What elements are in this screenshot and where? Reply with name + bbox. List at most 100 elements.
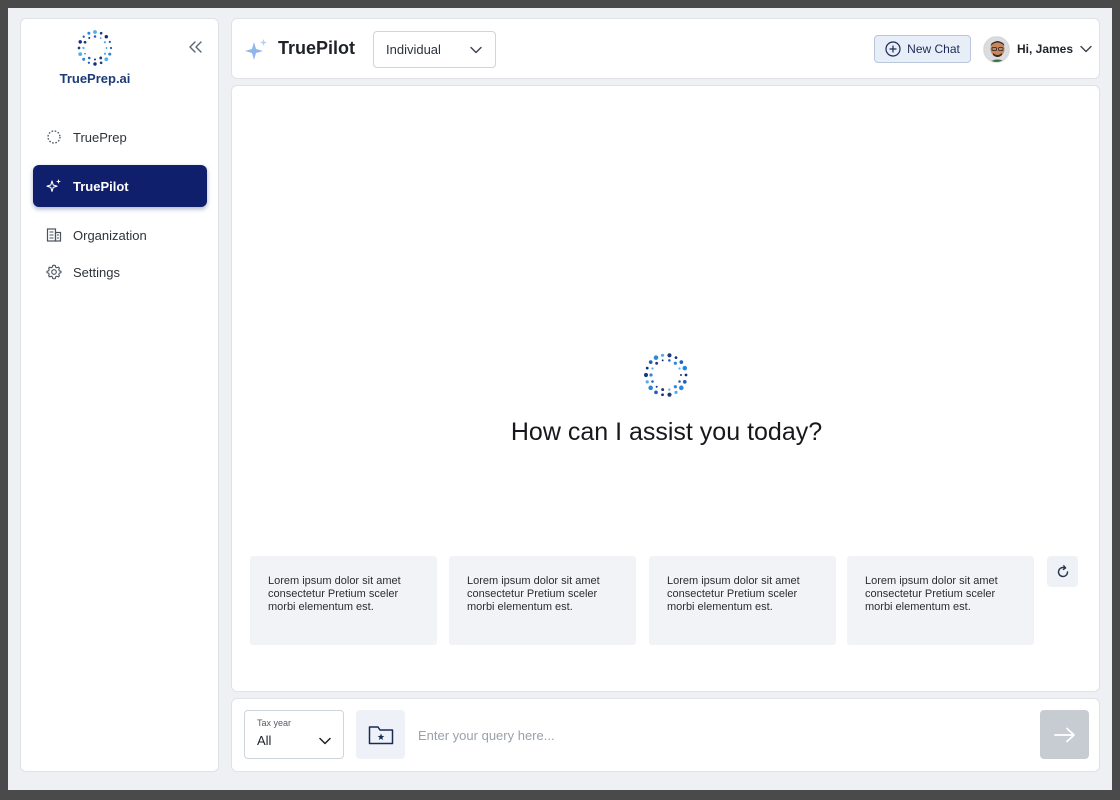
logo-dot bbox=[99, 61, 103, 65]
suggestion-card[interactable]: Lorem ipsum dolor sit amet consectetur P… bbox=[449, 556, 636, 645]
logo-dot bbox=[77, 46, 81, 50]
logo-dot bbox=[674, 356, 678, 360]
suggestion-card[interactable]: Lorem ipsum dolor sit amet consectetur P… bbox=[250, 556, 437, 645]
logo-dot bbox=[651, 367, 654, 370]
logo-dot bbox=[88, 37, 91, 40]
logo-dot bbox=[651, 380, 654, 383]
logo-dot bbox=[673, 385, 677, 389]
logo-dot bbox=[87, 31, 91, 35]
user-menu[interactable]: Hi, James bbox=[983, 34, 1092, 64]
logo-dot bbox=[645, 366, 649, 370]
logo-dot bbox=[680, 374, 682, 376]
welcome-heading: How can I assist you today? bbox=[510, 418, 823, 446]
saved-prompts-button[interactable] bbox=[356, 710, 405, 759]
brand-name: TruePrep.ai bbox=[59, 71, 131, 86]
logo-dot bbox=[93, 62, 97, 66]
logo-dot bbox=[679, 385, 684, 391]
logo-dot bbox=[104, 57, 109, 62]
logo-dot bbox=[645, 380, 649, 384]
dotted-circle-icon bbox=[46, 129, 62, 145]
suggestion-text: Lorem ipsum dolor sit amet consectetur P… bbox=[667, 575, 800, 613]
logo-dot bbox=[78, 40, 82, 44]
sidebar-item-organization[interactable]: Organization bbox=[33, 214, 207, 256]
chat-panel: How can I assist you today? Lorem ipsum … bbox=[231, 85, 1100, 692]
suggestion-card[interactable]: Lorem ipsum dolor sit amet consectetur P… bbox=[649, 556, 836, 645]
query-input[interactable] bbox=[418, 722, 1028, 748]
suggestion-text: Lorem ipsum dolor sit amet consectetur P… bbox=[268, 575, 401, 613]
logo-dot bbox=[109, 46, 113, 50]
assistant-logo-icon bbox=[643, 353, 688, 397]
user-greeting: Hi, James bbox=[1017, 42, 1074, 56]
logo-dot bbox=[682, 380, 687, 384]
logo-dot bbox=[99, 37, 102, 39]
logo-dot bbox=[648, 385, 653, 391]
logo-dot bbox=[108, 52, 112, 56]
suggestion-text: Lorem ipsum dolor sit amet consectetur P… bbox=[467, 575, 600, 613]
logo-dot bbox=[93, 35, 97, 38]
logo-dot bbox=[83, 40, 87, 44]
logo-dot bbox=[108, 40, 111, 44]
logo-dot bbox=[661, 359, 664, 362]
logo-dot bbox=[660, 353, 665, 357]
logo-dot bbox=[104, 34, 109, 39]
logo-dot bbox=[643, 372, 649, 378]
sidebar: TruePrep.ai TruePrep TruePilot Organizat… bbox=[20, 18, 219, 772]
folder-star-icon bbox=[368, 725, 393, 744]
logo-dot bbox=[667, 392, 672, 397]
refresh-icon bbox=[1057, 564, 1068, 577]
logo-dot bbox=[648, 360, 653, 364]
tax-year-label: Tax year bbox=[257, 718, 292, 728]
logo-dot bbox=[99, 56, 103, 60]
suggestion-card[interactable]: Lorem ipsum dolor sit amet consectetur P… bbox=[847, 556, 1034, 645]
logo-dot bbox=[661, 393, 664, 397]
logo-dot bbox=[87, 56, 91, 60]
logo-dot bbox=[678, 380, 681, 383]
sidebar-item-label: Settings bbox=[73, 264, 120, 280]
new-chat-button[interactable]: New Chat bbox=[874, 35, 971, 63]
chevrons-left-icon bbox=[189, 41, 202, 53]
logo-dot bbox=[87, 61, 91, 64]
sidebar-item-trueprep[interactable]: TruePrep bbox=[33, 116, 207, 158]
logo-dot bbox=[93, 30, 97, 34]
logo-dot bbox=[82, 46, 85, 50]
sidebar-item-settings[interactable]: Settings bbox=[33, 251, 207, 293]
composer: Tax year All bbox=[231, 698, 1100, 772]
chevron-down-icon bbox=[1080, 45, 1092, 53]
brand-logo[interactable]: TruePrep.ai bbox=[55, 29, 135, 86]
logo-dot bbox=[84, 52, 86, 55]
refresh-suggestions-button[interactable] bbox=[1047, 556, 1078, 587]
sidebar-item-truepilot[interactable]: TruePilot bbox=[33, 165, 207, 207]
send-button[interactable] bbox=[1040, 710, 1089, 759]
logo-dot bbox=[668, 388, 671, 391]
tax-year-select[interactable]: Tax year All bbox=[244, 710, 344, 759]
suggestion-text: Lorem ipsum dolor sit amet consectetur P… bbox=[865, 575, 998, 613]
logo-dot bbox=[674, 390, 678, 394]
tax-year-value: All bbox=[257, 733, 272, 748]
logo-dot bbox=[654, 390, 658, 395]
logo-mark-icon bbox=[77, 30, 113, 66]
top-header: TruePilot Individual New Chat Hi, James bbox=[231, 18, 1100, 79]
logo-dot bbox=[78, 52, 83, 57]
arrow-right-icon bbox=[1053, 727, 1075, 742]
sparkles-icon bbox=[46, 178, 62, 194]
sidebar-item-label: TruePilot bbox=[73, 178, 129, 194]
mode-select[interactable]: Individual bbox=[373, 31, 496, 68]
logo-dot bbox=[673, 361, 677, 365]
plus-circle-icon bbox=[885, 41, 901, 57]
logo-dot bbox=[103, 41, 107, 44]
logo-dot bbox=[105, 47, 108, 49]
logo-dot bbox=[655, 385, 658, 388]
logo-dot bbox=[661, 388, 665, 392]
collapse-sidebar-button[interactable] bbox=[184, 36, 206, 58]
sidebar-item-label: TruePrep bbox=[73, 129, 127, 145]
logo-dot bbox=[682, 365, 688, 371]
logo-dot bbox=[82, 35, 85, 38]
logo-dot bbox=[653, 355, 659, 360]
avatar bbox=[983, 35, 1010, 63]
gear-icon bbox=[46, 264, 62, 280]
sidebar-item-label: Organization bbox=[73, 227, 147, 243]
logo-dot bbox=[678, 367, 681, 370]
logo-dot bbox=[667, 353, 672, 358]
logo-dot bbox=[82, 57, 86, 61]
logo-dot bbox=[655, 361, 659, 365]
